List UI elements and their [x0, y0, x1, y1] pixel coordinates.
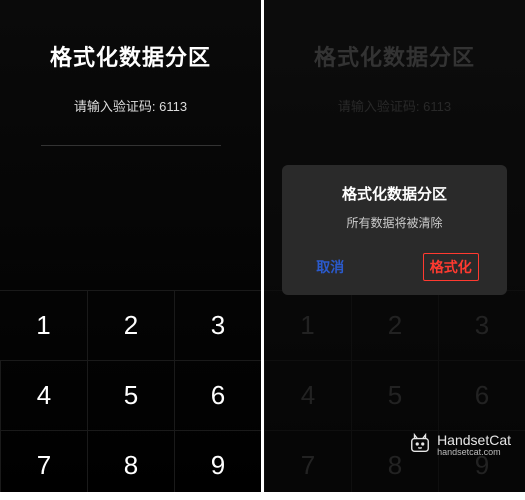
page-title: 格式化数据分区: [264, 40, 525, 72]
key-4[interactable]: 4: [264, 360, 351, 430]
key-9[interactable]: 9: [438, 430, 525, 500]
format-button[interactable]: 格式化: [423, 253, 479, 281]
screenshot-right: 格式化数据分区 请输入验证码: 6113 1 2 3 4 5 6 7 8 9 格…: [264, 0, 525, 500]
code-input-line[interactable]: [41, 145, 221, 146]
page-title: 格式化数据分区: [0, 40, 261, 72]
key-2[interactable]: 2: [87, 290, 174, 360]
key-6[interactable]: 6: [438, 360, 525, 430]
key-8[interactable]: 8: [87, 430, 174, 500]
key-1[interactable]: 1: [0, 290, 87, 360]
key-5[interactable]: 5: [87, 360, 174, 430]
screenshot-left: 格式化数据分区 请输入验证码: 6113 1 2 3 4 5 6 7 8 9: [0, 0, 261, 500]
key-3[interactable]: 3: [174, 290, 261, 360]
key-9[interactable]: 9: [174, 430, 261, 500]
dialog-actions: 取消 格式化: [296, 253, 492, 283]
key-2[interactable]: 2: [351, 290, 438, 360]
dialog-message: 所有数据将被清除: [296, 214, 492, 231]
verification-prompt: 请输入验证码: 6113: [264, 96, 525, 115]
key-6[interactable]: 6: [174, 360, 261, 430]
bottom-whitespace: [0, 492, 525, 500]
dialog-title: 格式化数据分区: [296, 183, 492, 204]
key-5[interactable]: 5: [351, 360, 438, 430]
key-3[interactable]: 3: [438, 290, 525, 360]
key-1[interactable]: 1: [264, 290, 351, 360]
key-8[interactable]: 8: [351, 430, 438, 500]
verification-prompt: 请输入验证码: 6113: [0, 96, 261, 115]
header-right: 格式化数据分区 请输入验证码: 6113: [264, 0, 525, 115]
key-7[interactable]: 7: [0, 430, 87, 500]
key-7[interactable]: 7: [264, 430, 351, 500]
confirm-dialog: 格式化数据分区 所有数据将被清除 取消 格式化: [282, 165, 506, 295]
key-4[interactable]: 4: [0, 360, 87, 430]
header-left: 格式化数据分区 请输入验证码: 6113: [0, 0, 261, 146]
cancel-button[interactable]: 取消: [310, 253, 350, 281]
keypad-right: 1 2 3 4 5 6 7 8 9: [264, 290, 525, 500]
keypad-left: 1 2 3 4 5 6 7 8 9: [0, 290, 261, 500]
